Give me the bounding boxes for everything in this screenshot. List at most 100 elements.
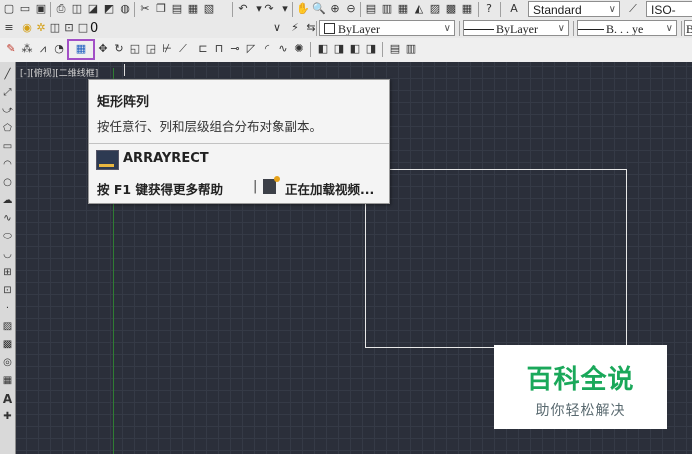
redo-icon[interactable]: ↷ xyxy=(262,2,276,16)
plotstyle-combo[interactable]: By xyxy=(684,20,692,36)
layers-toolbar: ≡ ◉ ✲ ◫ ⊡ □ 0 ∨ ⚡ ⇆ ByLayer ∨ ByLayer ∨ B.… xyxy=(0,19,692,39)
draw-order-back-icon[interactable]: ◨ xyxy=(332,42,346,56)
draw-order-front-icon[interactable]: ◧ xyxy=(316,42,330,56)
explode-icon[interactable]: ✺ xyxy=(292,42,306,56)
new-file-icon[interactable]: ▢ xyxy=(2,2,16,16)
fillet-icon[interactable]: ◜ xyxy=(260,42,274,56)
move-icon[interactable]: ✥ xyxy=(96,42,110,56)
copy-icon[interactable]: ❐ xyxy=(154,2,168,16)
sheet-set-icon[interactable]: ◭ xyxy=(412,2,426,16)
toolbar-separator xyxy=(478,2,479,17)
save-icon[interactable]: ▣ xyxy=(34,2,48,16)
zoom-window-icon[interactable]: ⊕ xyxy=(328,2,342,16)
cursor-crosshair xyxy=(124,64,125,76)
polygon-icon[interactable]: ⬠ xyxy=(0,122,15,137)
text-front-icon[interactable]: ▤ xyxy=(388,42,402,56)
linetype-combo[interactable]: ByLayer ∨ xyxy=(463,20,569,36)
undo-icon[interactable]: ↶ xyxy=(236,2,250,16)
dim-style-combo[interactable]: ISO- xyxy=(646,1,692,17)
lightbulb-icon[interactable]: ◉ xyxy=(20,21,34,35)
lock-icon[interactable]: ⊡ xyxy=(62,21,76,35)
ellipse-arc-icon[interactable]: ◡ xyxy=(0,248,15,263)
tool-palettes-icon[interactable]: ▦ xyxy=(396,2,410,16)
block-editor-icon[interactable]: ▧ xyxy=(202,2,216,16)
color-combo[interactable]: ByLayer ∨ xyxy=(319,20,455,36)
open-icon[interactable]: ▭ xyxy=(18,2,32,16)
text-style-icon[interactable]: A xyxy=(507,2,521,16)
zoom-previous-icon[interactable]: ⊖ xyxy=(344,2,358,16)
rotate-icon[interactable]: ↻ xyxy=(112,42,126,56)
copy-object-icon[interactable]: ⁂ xyxy=(20,42,34,56)
help-icon[interactable]: ? xyxy=(482,2,496,16)
make-current-icon[interactable]: ⚡ xyxy=(288,21,302,35)
mirror-icon[interactable]: ⩘ xyxy=(36,42,50,56)
viewport-freeze-icon[interactable]: ◫ xyxy=(48,21,62,35)
properties-icon[interactable]: ▤ xyxy=(364,2,378,16)
match-properties-icon[interactable]: ▦ xyxy=(186,2,200,16)
revision-cloud-icon[interactable]: ☁ xyxy=(0,194,15,209)
markup-icon[interactable]: ▨ xyxy=(428,2,442,16)
table-icon[interactable]: ▦ xyxy=(0,374,15,389)
extend-icon[interactable]: ⟋ xyxy=(176,42,190,56)
multiline-text-icon[interactable]: A xyxy=(0,392,15,407)
tooltip-help: 按 F1 键获得更多帮助 xyxy=(97,182,223,197)
dim-style-icon[interactable]: ⟋ xyxy=(626,2,640,16)
blend-curves-icon[interactable]: ∿ xyxy=(276,42,290,56)
ellipse-icon[interactable]: ⬭ xyxy=(0,230,15,245)
redo-dropdown-icon[interactable]: ▾ xyxy=(278,2,292,16)
annotation-front-icon[interactable]: ▥ xyxy=(404,42,418,56)
pan-icon[interactable]: ✋ xyxy=(296,2,310,16)
insert-block-icon[interactable]: ⊞ xyxy=(0,266,15,281)
region-icon[interactable]: ◎ xyxy=(0,356,15,371)
lineweight-combo[interactable]: B. . . ye ∨ xyxy=(577,20,677,36)
3d-print-icon[interactable]: ◍ xyxy=(118,2,132,16)
offset-icon[interactable]: ◔ xyxy=(52,42,66,56)
gradient-icon[interactable]: ▩ xyxy=(0,338,15,353)
plot-icon[interactable]: ◩ xyxy=(102,2,116,16)
chevron-down-icon: ∨ xyxy=(557,23,565,34)
paste-icon[interactable]: ▤ xyxy=(170,2,184,16)
line-icon[interactable]: ╱ xyxy=(0,68,15,83)
layer-manager-icon[interactable]: ≡ xyxy=(2,21,16,35)
chamfer-icon[interactable]: ◸ xyxy=(244,42,258,56)
calculator-icon[interactable]: ▦ xyxy=(460,2,474,16)
circle-icon[interactable]: ○ xyxy=(0,176,15,191)
rectangle-icon[interactable]: ▭ xyxy=(0,140,15,155)
viewport-label[interactable]: [-][俯视][二维线框] xyxy=(20,66,98,79)
lineweight-sample xyxy=(578,29,604,30)
make-block-icon[interactable]: ⊡ xyxy=(0,284,15,299)
add-selected-icon[interactable]: ✚ xyxy=(0,410,15,425)
sun-icon[interactable]: ✲ xyxy=(34,21,48,35)
stretch-icon[interactable]: ◲ xyxy=(144,42,158,56)
layer-dropdown-icon[interactable]: ∨ xyxy=(270,21,284,35)
current-layer-value[interactable]: 0 xyxy=(90,21,98,36)
layer-color-icon[interactable]: □ xyxy=(76,21,90,35)
scale-icon[interactable]: ◱ xyxy=(128,42,142,56)
cut-icon[interactable]: ✂ xyxy=(138,2,152,16)
design-center-icon[interactable]: ▥ xyxy=(380,2,394,16)
text-style-combo[interactable]: Standard ∨ xyxy=(528,1,620,17)
spline-icon[interactable]: ∿ xyxy=(0,212,15,227)
drawn-rectangle[interactable] xyxy=(365,169,627,348)
arc-icon[interactable]: ◠ xyxy=(0,158,15,173)
color-swatch xyxy=(324,23,335,34)
zoom-realtime-icon[interactable]: 🔍 xyxy=(312,2,326,16)
print-preview-icon[interactable]: ◫ xyxy=(70,2,84,16)
tooltip-video-status: 正在加载视频... xyxy=(285,182,375,197)
quickcalc-icon[interactable]: ▩ xyxy=(444,2,458,16)
draw-order-above-icon[interactable]: ◧ xyxy=(348,42,362,56)
break-icon[interactable]: ⊓ xyxy=(212,42,226,56)
plotstyle-value: By xyxy=(686,22,692,35)
polyline-icon[interactable]: ⤻ xyxy=(0,104,15,119)
publish-icon[interactable]: ◪ xyxy=(86,2,100,16)
toolbar-separator xyxy=(134,2,135,17)
print-icon[interactable]: ⎙ xyxy=(54,2,68,16)
construction-line-icon[interactable]: ⤢ xyxy=(0,86,15,101)
trim-icon[interactable]: ⊬ xyxy=(160,42,174,56)
join-icon[interactable]: ⊸ xyxy=(228,42,242,56)
hatch-icon[interactable]: ▨ xyxy=(0,320,15,335)
point-icon[interactable]: · xyxy=(0,302,15,317)
break-at-point-icon[interactable]: ⊏ xyxy=(196,42,210,56)
erase-icon[interactable]: ✎ xyxy=(4,42,18,56)
draw-order-under-icon[interactable]: ◨ xyxy=(364,42,378,56)
